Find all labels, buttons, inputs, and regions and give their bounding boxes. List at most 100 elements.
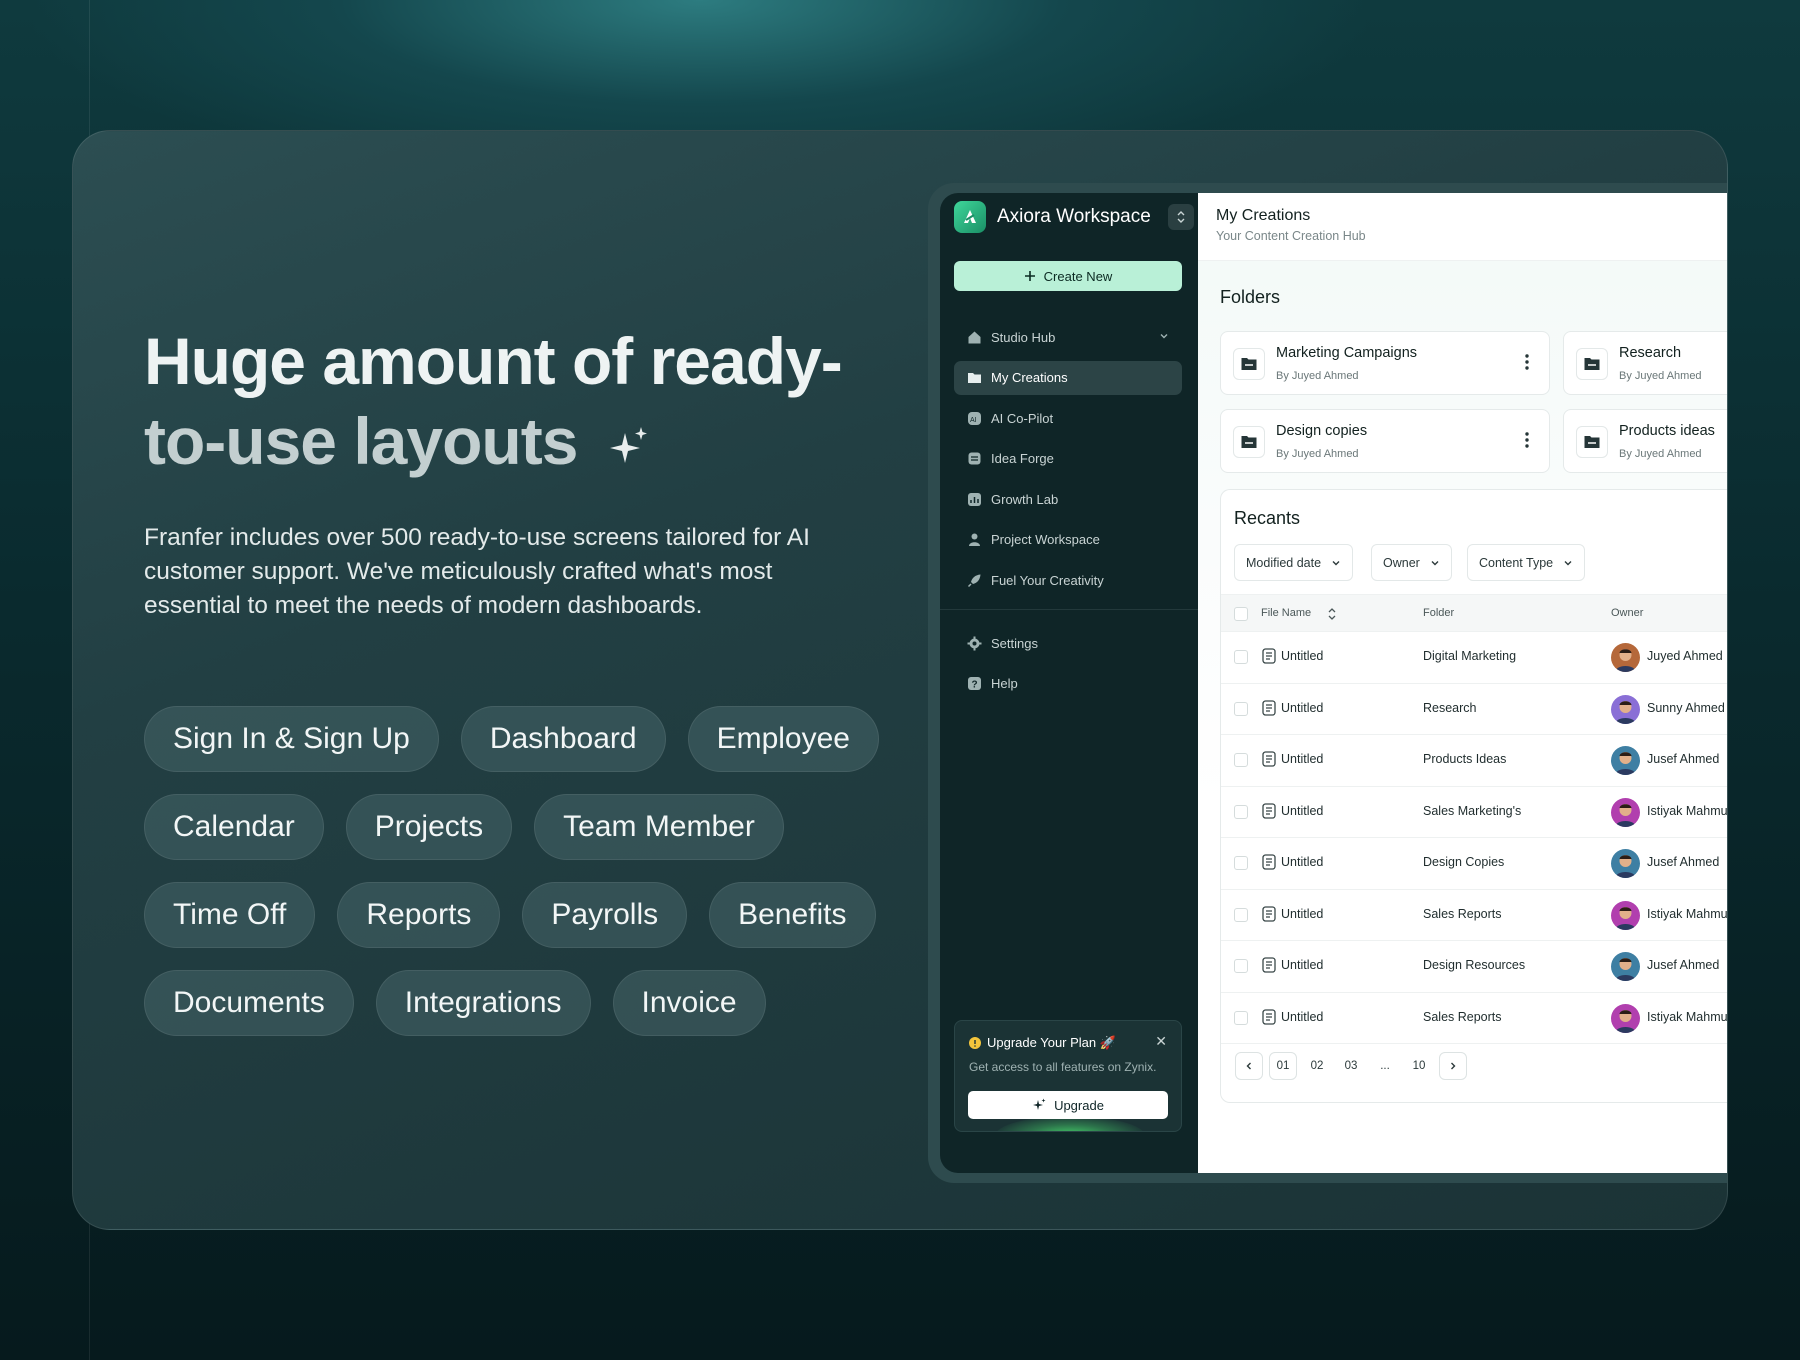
folder-owner: By Juyed Ahmed bbox=[1276, 370, 1359, 382]
document-icon bbox=[1262, 648, 1276, 664]
home-icon bbox=[966, 329, 982, 345]
sidebar-item-label: Studio Hub bbox=[991, 329, 1056, 345]
folder-icon bbox=[1233, 426, 1265, 458]
page-button-current[interactable]: 01 bbox=[1269, 1052, 1297, 1080]
upgrade-title: Upgrade Your Plan 🚀 bbox=[969, 1035, 1116, 1051]
file-name[interactable]: Untitled bbox=[1281, 804, 1323, 818]
tag-pill[interactable]: Projects bbox=[345, 794, 513, 860]
next-page-button[interactable] bbox=[1439, 1052, 1467, 1080]
table-row[interactable]: Untitled Sales Reports Istiyak Mahmud bbox=[1221, 993, 1727, 1044]
tag-pill[interactable]: Team Member bbox=[534, 794, 784, 860]
ai-icon: AI bbox=[966, 410, 982, 426]
row-checkbox[interactable] bbox=[1234, 650, 1248, 664]
tag-pill[interactable]: Benefits bbox=[709, 882, 876, 948]
sidebar-item-fuel-your-creativity[interactable]: Fuel Your Creativity bbox=[954, 563, 1182, 597]
folder-card[interactable]: Products ideas By Juyed Ahmed bbox=[1563, 409, 1727, 473]
file-name[interactable]: Untitled bbox=[1281, 701, 1323, 715]
file-name[interactable]: Untitled bbox=[1281, 855, 1323, 869]
sidebar-item-label: AI Co-Pilot bbox=[991, 410, 1054, 426]
tag-pill[interactable]: Employee bbox=[687, 706, 879, 772]
page-title: My Creations bbox=[1216, 207, 1311, 224]
file-name[interactable]: Untitled bbox=[1281, 958, 1323, 972]
upgrade-button-label: Upgrade bbox=[1054, 1097, 1104, 1113]
sidebar-item-ai-co-pilot[interactable]: AI AI Co-Pilot bbox=[954, 401, 1182, 435]
folder-card[interactable]: Research By Juyed Ahmed bbox=[1563, 331, 1727, 395]
folder-name: Products ideas bbox=[1619, 423, 1715, 439]
file-name[interactable]: Untitled bbox=[1281, 907, 1323, 921]
tag-pill[interactable]: Invoice bbox=[612, 970, 766, 1036]
folder-name-cell: Sales Reports bbox=[1423, 906, 1502, 921]
chevron-updown-icon[interactable] bbox=[1168, 204, 1194, 230]
folders-title: Folders bbox=[1220, 287, 1281, 307]
table-row[interactable]: Untitled Research Sunny Ahmed bbox=[1221, 684, 1727, 735]
sparkle-icon bbox=[609, 426, 647, 463]
sort-icon[interactable] bbox=[1327, 607, 1337, 621]
filter-modified-date[interactable]: Modified date bbox=[1234, 544, 1354, 581]
plus-icon bbox=[1024, 271, 1035, 281]
tag-pill[interactable]: Calendar bbox=[144, 794, 324, 860]
column-header-file-name[interactable]: File Name bbox=[1261, 607, 1311, 619]
folder-icon bbox=[966, 370, 982, 386]
page-button[interactable]: 10 bbox=[1405, 1052, 1433, 1080]
folder-name-cell: Products Ideas bbox=[1423, 752, 1507, 766]
sidebar-item-studio-hub[interactable]: Studio Hub bbox=[954, 320, 1182, 354]
folder-name: Design copies bbox=[1276, 423, 1368, 439]
avatar bbox=[1611, 900, 1640, 930]
folder-card[interactable]: Marketing Campaigns By Juyed Ahmed bbox=[1220, 331, 1550, 395]
row-checkbox[interactable] bbox=[1234, 856, 1248, 870]
filter-content-type[interactable]: Content Type bbox=[1467, 544, 1586, 581]
create-new-button[interactable]: Create New bbox=[954, 261, 1182, 291]
folder-owner: By Juyed Ahmed bbox=[1619, 448, 1702, 460]
row-checkbox[interactable] bbox=[1234, 701, 1248, 716]
table-row[interactable]: Untitled Sales Reports Istiyak Mahmud bbox=[1221, 890, 1727, 941]
filter-label: Modified date bbox=[1246, 555, 1322, 570]
workspace-logo-icon bbox=[954, 201, 986, 233]
page-button[interactable]: 02 bbox=[1303, 1052, 1331, 1080]
tag-pill[interactable]: Time Off bbox=[144, 882, 316, 948]
page-button[interactable]: 03 bbox=[1337, 1052, 1365, 1080]
upgrade-title-text: Upgrade Your Plan 🚀 bbox=[987, 1035, 1116, 1050]
table-row[interactable]: Untitled Design Copies Jusef Ahmed bbox=[1221, 838, 1727, 890]
sidebar-item-idea-forge[interactable]: Idea Forge bbox=[954, 442, 1182, 476]
column-header-folder: Folder bbox=[1423, 607, 1455, 619]
row-checkbox[interactable] bbox=[1234, 804, 1248, 819]
avatar bbox=[1611, 797, 1640, 827]
table-row[interactable]: Untitled Sales Marketing's Istiyak Mahmud bbox=[1221, 787, 1727, 838]
tag-pill[interactable]: Integrations bbox=[375, 970, 591, 1036]
chevron-down-icon bbox=[1431, 560, 1439, 565]
recents-panel: Recants Modified date Owner Content Type bbox=[1220, 489, 1727, 1103]
owner-name: Sunny Ahmed bbox=[1647, 700, 1725, 715]
more-vertical-icon[interactable] bbox=[1525, 432, 1529, 448]
prev-page-button[interactable] bbox=[1235, 1052, 1263, 1080]
table-row[interactable]: Untitled Products Ideas Jusef Ahmed bbox=[1221, 735, 1727, 787]
sidebar-item-help[interactable]: ? Help bbox=[954, 667, 1182, 701]
avatar bbox=[1611, 1003, 1640, 1033]
select-all-checkbox[interactable] bbox=[1234, 607, 1248, 621]
folder-owner: By Juyed Ahmed bbox=[1276, 448, 1359, 460]
tag-pill[interactable]: Sign In & Sign Up bbox=[144, 706, 439, 772]
row-checkbox[interactable] bbox=[1234, 1010, 1248, 1025]
sidebar-item-my-creations[interactable]: My Creations bbox=[954, 360, 1182, 395]
sidebar-item-growth-lab[interactable]: Growth Lab bbox=[954, 482, 1182, 516]
file-name[interactable]: Untitled bbox=[1281, 752, 1323, 766]
tag-pill[interactable]: Reports bbox=[337, 882, 501, 948]
svg-text:?: ? bbox=[971, 680, 977, 691]
file-name[interactable]: Untitled bbox=[1281, 649, 1323, 663]
upgrade-button[interactable]: Upgrade bbox=[968, 1091, 1168, 1119]
filter-owner[interactable]: Owner bbox=[1371, 544, 1452, 581]
file-name[interactable]: Untitled bbox=[1281, 1010, 1323, 1024]
tag-pill[interactable]: Dashboard bbox=[460, 706, 666, 772]
tag-pill[interactable]: Documents bbox=[144, 970, 354, 1036]
workspace-switcher[interactable]: Axiora Workspace bbox=[954, 201, 1194, 233]
folder-card[interactable]: Design copies By Juyed Ahmed bbox=[1220, 409, 1550, 473]
table-row[interactable]: Untitled Design Resources Jusef Ahmed bbox=[1221, 941, 1727, 993]
table-row[interactable]: Untitled Digital Marketing Juyed Ahmed bbox=[1221, 632, 1727, 684]
row-checkbox[interactable] bbox=[1234, 753, 1248, 767]
tag-pill[interactable]: Payrolls bbox=[522, 882, 688, 948]
more-vertical-icon[interactable] bbox=[1525, 354, 1529, 370]
sidebar-item-settings[interactable]: Settings bbox=[954, 626, 1182, 660]
sidebar-item-project-workspace[interactable]: Project Workspace bbox=[954, 523, 1182, 557]
row-checkbox[interactable] bbox=[1234, 959, 1248, 973]
close-icon[interactable]: ✕ bbox=[1155, 1033, 1167, 1050]
row-checkbox[interactable] bbox=[1234, 907, 1248, 922]
